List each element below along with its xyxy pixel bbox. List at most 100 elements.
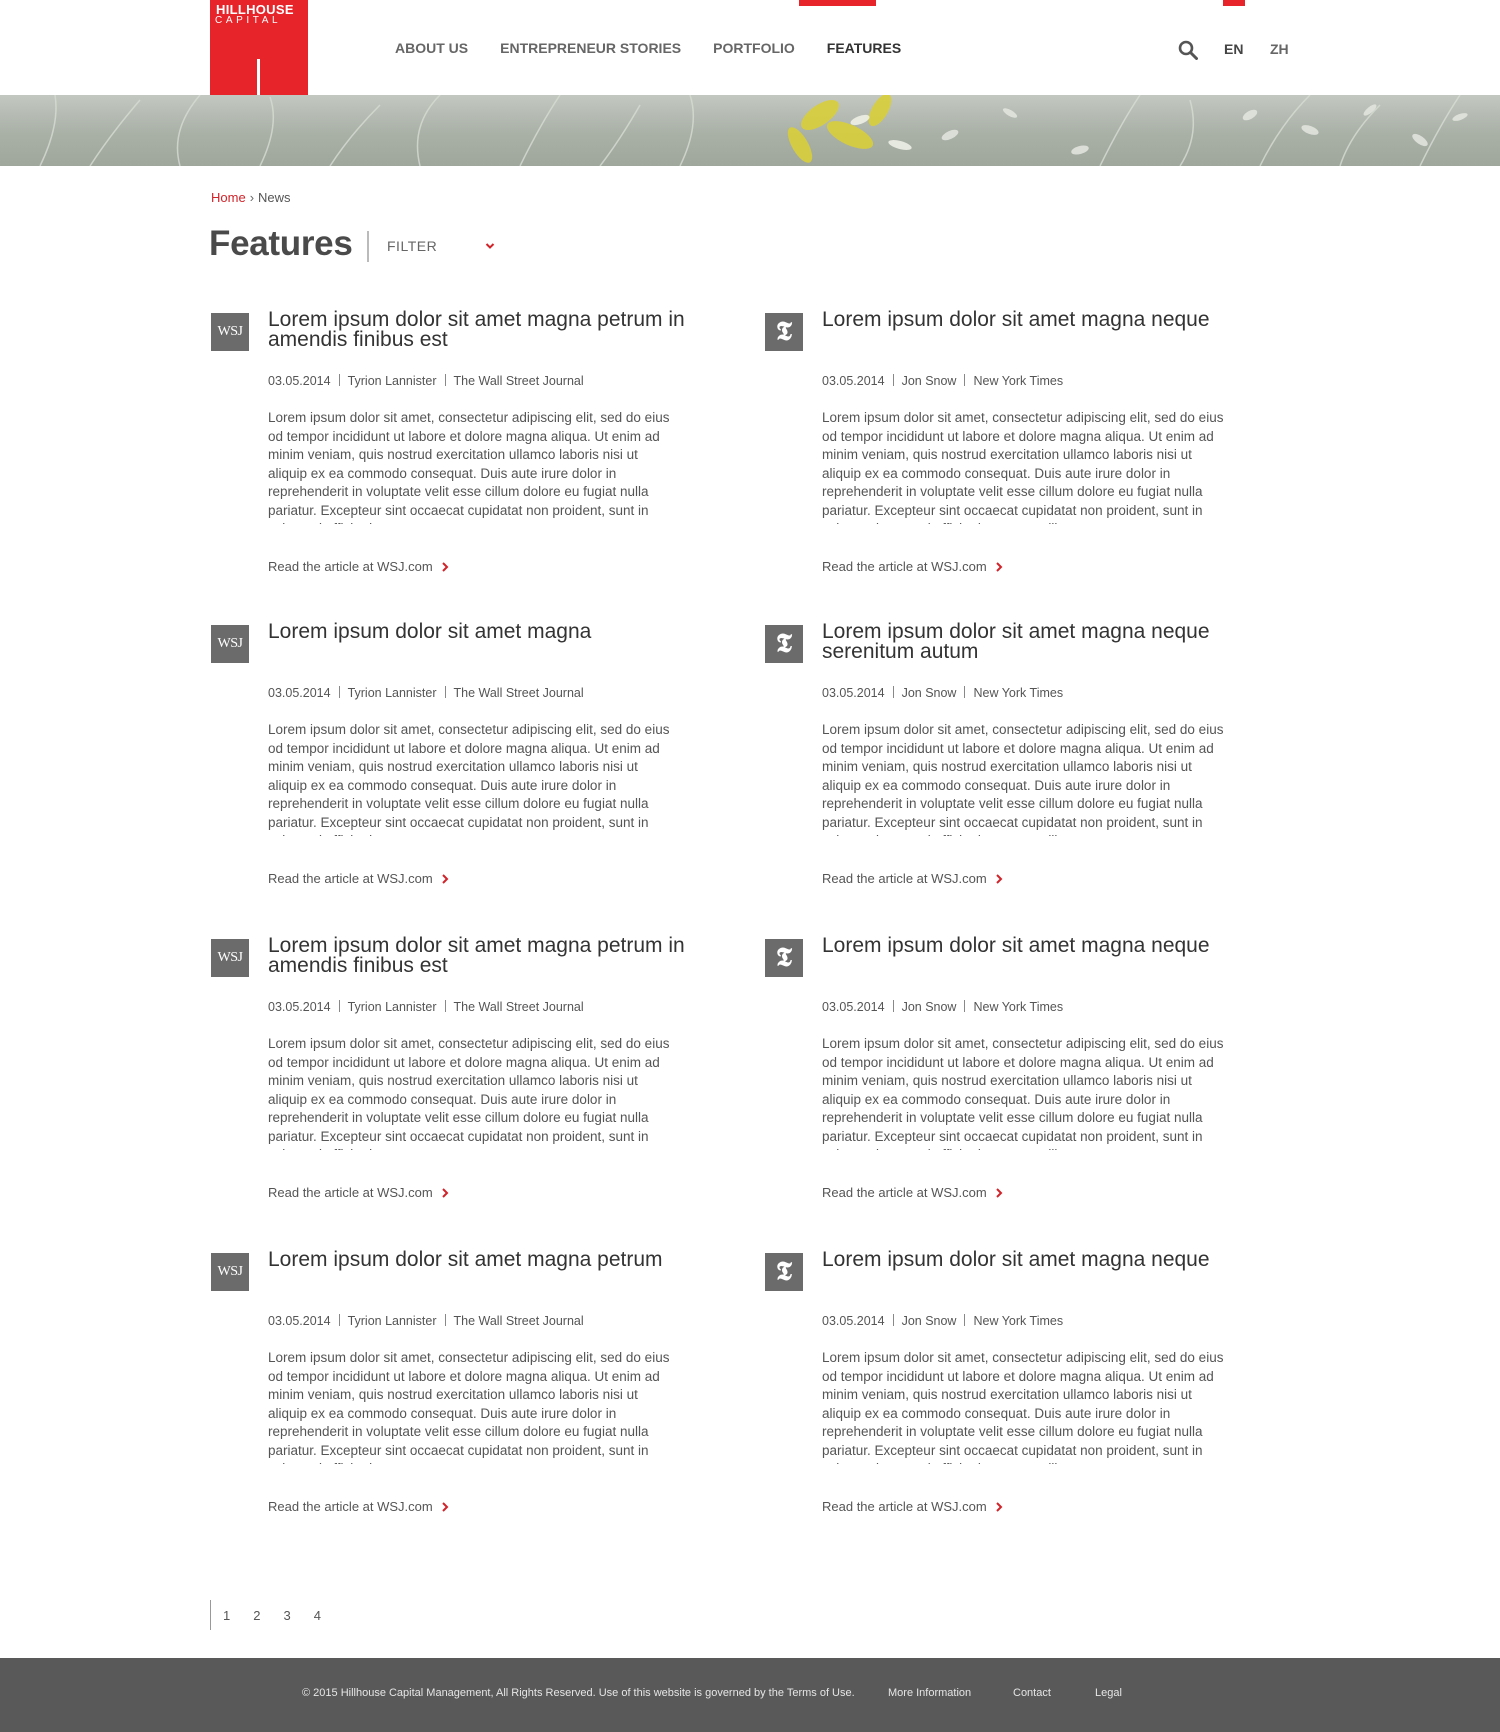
article-title[interactable]: Lorem ipsum dolor sit amet magna petrum: [268, 1249, 698, 1270]
chevron-right-icon: [996, 874, 1003, 884]
article-title[interactable]: Lorem ipsum dolor sit amet magna petrum …: [268, 309, 698, 350]
article-card: WSJ Lorem ipsum dolor sit amet magna 03.05…: [211, 621, 691, 915]
article-author: Jon Snow: [901, 1314, 957, 1328]
article-meta: 03.05.2014 Tyrion Lannister The Wall Stree…: [268, 1314, 584, 1328]
read-article-link[interactable]: Read the article at WSJ.com: [268, 871, 449, 886]
chevron-right-icon: [442, 1502, 449, 1512]
article-publication: The Wall Street Journal: [453, 686, 584, 700]
chevron-right-icon: [442, 562, 449, 572]
page-link-4[interactable]: 4: [314, 1608, 321, 1623]
search-icon[interactable]: [1178, 40, 1198, 60]
logo-bar: [257, 59, 260, 96]
chevron-right-icon: [996, 1188, 1003, 1198]
article-title[interactable]: Lorem ipsum dolor sit amet magna neque: [822, 935, 1252, 956]
logo-line-2: CAPITAL: [215, 15, 282, 26]
wsj-logo-icon: WSJ: [211, 1253, 249, 1291]
hillhouse-logo[interactable]: HILLHOUSE CAPITAL: [210, 0, 308, 96]
article-publication: New York Times: [973, 374, 1064, 388]
meta-divider: [964, 374, 966, 386]
chevron-right-icon: [442, 1188, 449, 1198]
filter-label: FILTER: [387, 238, 438, 254]
article-card: WSJ Lorem ipsum dolor sit amet magna petr…: [211, 1249, 691, 1543]
pagination: 1 2 3 4: [210, 1600, 332, 1630]
article-title[interactable]: Lorem ipsum dolor sit amet magna neque s…: [822, 621, 1252, 662]
article-date: 03.05.2014: [268, 686, 331, 700]
chevron-right-icon: [442, 874, 449, 884]
active-lang-marker: [1223, 0, 1245, 6]
article-meta: 03.05.2014 Jon Snow New York Times: [822, 686, 1063, 700]
meta-divider: [338, 1314, 340, 1326]
article-card: WSJ Lorem ipsum dolor sit amet magna petr…: [211, 935, 691, 1229]
article-author: Jon Snow: [901, 686, 957, 700]
title-divider: [367, 231, 369, 262]
footer-contact[interactable]: Contact: [1013, 1687, 1051, 1699]
article-excerpt: Lorem ipsum dolor sit amet, consectetur …: [268, 1350, 670, 1464]
nyt-logo-icon: 𝕿: [765, 313, 803, 351]
page-link-1[interactable]: 1: [223, 1608, 230, 1623]
nyt-logo-icon: 𝕿: [765, 939, 803, 977]
nyt-logo-icon: 𝕿: [765, 1253, 803, 1291]
article-title[interactable]: Lorem ipsum dolor sit amet magna neque: [822, 309, 1252, 330]
nav-entrepreneur-stories[interactable]: ENTREPRENEUR STORIES: [500, 40, 681, 56]
read-article-link[interactable]: Read the article at WSJ.com: [822, 1499, 1003, 1514]
article-author: Tyrion Lannister: [347, 1314, 437, 1328]
article-title[interactable]: Lorem ipsum dolor sit amet magna neque: [822, 1249, 1252, 1270]
article-card: 𝕿 Lorem ipsum dolor sit amet magna neque 0…: [765, 309, 1245, 603]
read-article-link[interactable]: Read the article at WSJ.com: [822, 871, 1003, 886]
read-article-label: Read the article at WSJ.com: [268, 871, 433, 886]
page-link-2[interactable]: 2: [253, 1608, 260, 1623]
article-date: 03.05.2014: [822, 1314, 885, 1328]
wsj-logo-icon: WSJ: [211, 313, 249, 351]
breadcrumb: Home › News: [211, 190, 291, 205]
article-date: 03.05.2014: [822, 686, 885, 700]
nav-features[interactable]: FEATURES: [827, 40, 901, 56]
site-header: HILLHOUSE CAPITAL ABOUT US ENTREPRENEUR …: [0, 0, 1500, 96]
lang-en[interactable]: EN: [1224, 41, 1243, 57]
nav-portfolio[interactable]: PORTFOLIO: [713, 40, 795, 56]
read-article-link[interactable]: Read the article at WSJ.com: [822, 1185, 1003, 1200]
hero-banner: [0, 95, 1500, 166]
article-excerpt: Lorem ipsum dolor sit amet, consectetur …: [822, 1350, 1224, 1464]
meta-divider: [338, 1000, 340, 1012]
meta-divider: [338, 686, 340, 698]
read-article-label: Read the article at WSJ.com: [822, 1499, 987, 1514]
article-author: Tyrion Lannister: [347, 686, 437, 700]
article-date: 03.05.2014: [822, 374, 885, 388]
meta-divider: [444, 1314, 446, 1326]
meta-divider: [892, 1314, 894, 1326]
article-card: 𝕿 Lorem ipsum dolor sit amet magna neque …: [765, 621, 1245, 915]
breadcrumb-home[interactable]: Home: [211, 190, 246, 205]
article-card: 𝕿 Lorem ipsum dolor sit amet magna neque 0…: [765, 935, 1245, 1229]
article-title[interactable]: Lorem ipsum dolor sit amet magna: [268, 621, 698, 642]
article-card: 𝕿 Lorem ipsum dolor sit amet magna neque 0…: [765, 1249, 1245, 1543]
read-article-link[interactable]: Read the article at WSJ.com: [268, 1185, 449, 1200]
meta-divider: [892, 374, 894, 386]
chevron-right-icon: [996, 562, 1003, 572]
article-meta: 03.05.2014 Tyrion Lannister The Wall Stree…: [268, 1000, 584, 1014]
page-title: Features: [209, 224, 353, 263]
read-article-link[interactable]: Read the article at WSJ.com: [822, 559, 1003, 574]
article-excerpt: Lorem ipsum dolor sit amet, consectetur …: [822, 1036, 1224, 1150]
article-publication: New York Times: [973, 686, 1064, 700]
lang-zh[interactable]: ZH: [1270, 41, 1289, 57]
footer-legal[interactable]: Legal: [1095, 1687, 1122, 1699]
read-article-link[interactable]: Read the article at WSJ.com: [268, 1499, 449, 1514]
breadcrumb-current: News: [258, 190, 291, 205]
article-excerpt: Lorem ipsum dolor sit amet, consectetur …: [268, 1036, 670, 1150]
article-date: 03.05.2014: [268, 1000, 331, 1014]
wsj-logo-icon: WSJ: [211, 625, 249, 663]
footer-more-information[interactable]: More Information: [888, 1687, 971, 1699]
banner-foliage-image: [39, 95, 1468, 166]
article-meta: 03.05.2014 Jon Snow New York Times: [822, 1000, 1063, 1014]
meta-divider: [892, 686, 894, 698]
article-publication: New York Times: [973, 1000, 1064, 1014]
filter-dropdown[interactable]: FILTER: [387, 238, 497, 258]
read-article-link[interactable]: Read the article at WSJ.com: [268, 559, 449, 574]
article-date: 03.05.2014: [268, 1314, 331, 1328]
article-author: Tyrion Lannister: [347, 1000, 437, 1014]
meta-divider: [444, 1000, 446, 1012]
page-link-3[interactable]: 3: [283, 1608, 290, 1623]
article-title[interactable]: Lorem ipsum dolor sit amet magna petrum …: [268, 935, 698, 976]
read-article-label: Read the article at WSJ.com: [822, 1185, 987, 1200]
nav-about-us[interactable]: ABOUT US: [395, 40, 468, 56]
